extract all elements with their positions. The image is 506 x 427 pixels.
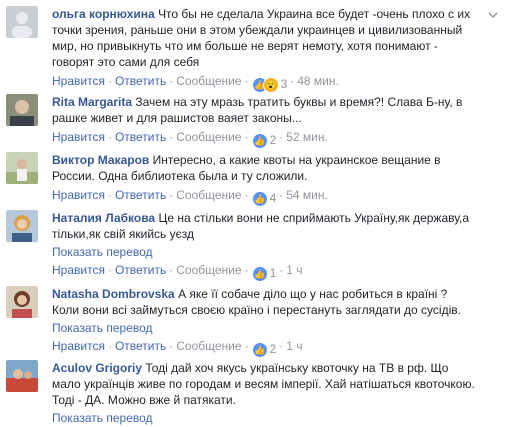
show-translation-link[interactable]: Показать перевод bbox=[52, 410, 477, 426]
timestamp[interactable]: 54 мин. bbox=[286, 188, 328, 202]
reaction-count: 1 bbox=[269, 266, 277, 280]
comment-body: Aculov Grigoriy Тоді дай хоч якусь украї… bbox=[52, 360, 477, 426]
comment-actions: Нравится · Ответить · Сообщение · 👍 2 · 1 ч bbox=[52, 339, 303, 358]
like-button[interactable]: Нравится bbox=[52, 263, 105, 277]
thumbs-up-icon: 👍 bbox=[251, 133, 268, 149]
message-button[interactable]: Сообщение bbox=[176, 74, 241, 88]
reactions[interactable]: 👍 1 bbox=[251, 265, 277, 282]
avatar[interactable] bbox=[6, 94, 38, 126]
timestamp[interactable]: 1 ч bbox=[286, 263, 302, 277]
avatar[interactable] bbox=[6, 6, 38, 38]
reply-button[interactable]: Ответить bbox=[115, 339, 166, 353]
thumbs-up-icon: 👍 bbox=[251, 191, 268, 207]
message-button[interactable]: Сообщение bbox=[176, 188, 241, 202]
message-button[interactable]: Сообщение bbox=[176, 339, 241, 353]
chevron-down-icon[interactable] bbox=[488, 10, 498, 20]
reactions[interactable]: 👍 2 bbox=[251, 341, 277, 358]
like-button[interactable]: Нравится bbox=[52, 188, 105, 202]
message-button[interactable]: Сообщение bbox=[176, 263, 241, 277]
comment-body: Наталия Лабкова Це на стільки вони не сп… bbox=[52, 210, 477, 282]
comment-author[interactable]: Наталия Лабкова bbox=[52, 211, 155, 225]
comment-actions: Нравится · Ответить · Сообщение · 👍 2 · 52 мин. bbox=[52, 130, 328, 149]
reaction-count: 2 bbox=[269, 342, 277, 356]
timestamp[interactable]: 52 мин. bbox=[286, 130, 328, 144]
comment-actions: Нравится · Ответить · Сообщение · 👍 4 · 54 мин. bbox=[52, 188, 328, 207]
message-button[interactable]: Сообщение bbox=[176, 130, 241, 144]
like-button[interactable]: Нравится bbox=[52, 74, 105, 88]
comment-author[interactable]: Виктор Макаров bbox=[52, 153, 149, 167]
comment-body: Rita Margarita Зачем на эту мразь тратит… bbox=[52, 94, 477, 149]
comment-body: Виктор Макаров Интересно, а какие квоты … bbox=[52, 152, 477, 207]
like-button[interactable]: Нравится bbox=[52, 339, 105, 353]
reply-button[interactable]: Ответить bbox=[115, 130, 166, 144]
comment-author[interactable]: Natasha Dombrovska bbox=[52, 287, 175, 301]
avatar[interactable] bbox=[6, 152, 38, 184]
reaction-count: 4 bbox=[269, 191, 277, 205]
comment-actions: Нравится · Ответить · Сообщение · 👍😮 3 · 48 мин. bbox=[52, 74, 339, 93]
timestamp[interactable]: 48 мин. bbox=[297, 74, 339, 88]
timestamp[interactable]: 1 ч bbox=[286, 339, 302, 353]
reaction-count: 3 bbox=[280, 77, 288, 91]
reply-button[interactable]: Ответить bbox=[115, 263, 166, 277]
comment-body: Natasha Dombrovska А яке її собаче діло … bbox=[52, 286, 477, 358]
comment-actions: Нравится · Ответить · Сообщение · 👍 1 · 1 ч bbox=[52, 263, 303, 282]
show-translation-link[interactable]: Показать перевод bbox=[52, 320, 477, 336]
avatar[interactable] bbox=[6, 360, 38, 392]
show-translation-link[interactable]: Показать перевод bbox=[52, 244, 477, 260]
reply-button[interactable]: Ответить bbox=[115, 74, 166, 88]
like-button[interactable]: Нравится bbox=[52, 130, 105, 144]
avatar[interactable] bbox=[6, 210, 38, 242]
reactions[interactable]: 👍 4 bbox=[251, 190, 277, 207]
comment-list: ольга корнюхина Что бы не сделала Украин… bbox=[0, 0, 506, 427]
reply-button[interactable]: Ответить bbox=[115, 188, 166, 202]
thumbs-up-icon: 👍 bbox=[251, 342, 268, 358]
avatar[interactable] bbox=[6, 286, 38, 318]
reactions[interactable]: 👍 2 bbox=[251, 132, 277, 149]
comment-author[interactable]: ольга корнюхина bbox=[52, 7, 155, 21]
comment-author[interactable]: Aculov Grigoriy bbox=[52, 361, 142, 375]
thumbs-up-icon: 👍 bbox=[251, 266, 268, 282]
comment-author[interactable]: Rita Margarita bbox=[52, 95, 132, 109]
comment-body: ольга корнюхина Что бы не сделала Украин… bbox=[52, 6, 477, 93]
reaction-count: 2 bbox=[269, 133, 277, 147]
reactions[interactable]: 👍😮 3 bbox=[251, 76, 288, 93]
wow-emoji-icon: 😮 bbox=[262, 77, 279, 93]
